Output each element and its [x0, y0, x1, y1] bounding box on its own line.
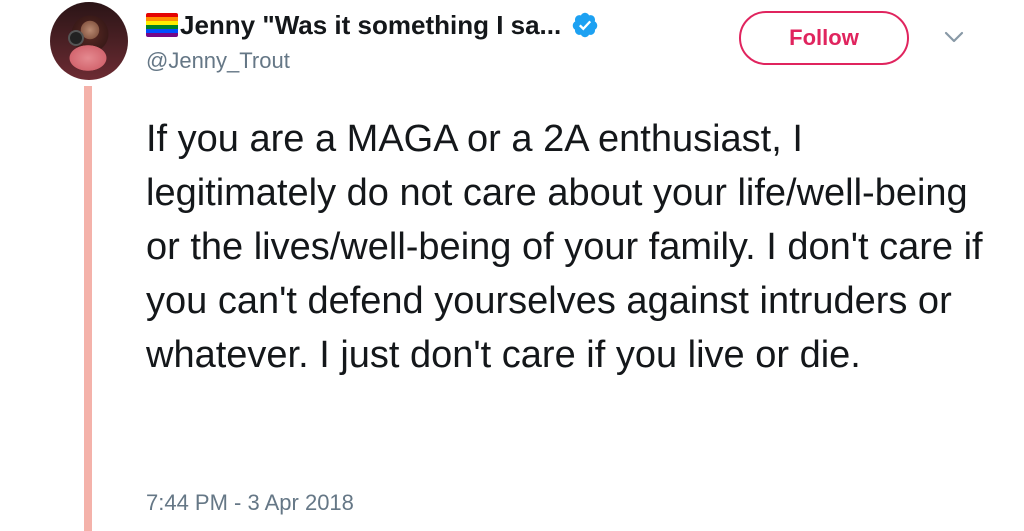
- avatar[interactable]: [50, 2, 128, 80]
- thread-line: [84, 86, 92, 531]
- microphone-icon: [70, 32, 82, 44]
- follow-button[interactable]: Follow: [739, 11, 909, 65]
- tweet-text: If you are a MAGA or a 2A enthusiast, I …: [146, 118, 983, 376]
- tweet-timestamp[interactable]: 7:44 PM - 3 Apr 2018: [146, 490, 354, 516]
- author-name-row[interactable]: Jenny "Was it something I sa...: [146, 6, 599, 44]
- chevron-down-icon[interactable]: [944, 30, 964, 44]
- verified-badge-icon: [572, 12, 598, 38]
- display-name[interactable]: Jenny "Was it something I sa...: [180, 10, 561, 41]
- rainbow-flag-icon: [146, 13, 178, 37]
- author-handle[interactable]: @Jenny_Trout: [146, 48, 290, 74]
